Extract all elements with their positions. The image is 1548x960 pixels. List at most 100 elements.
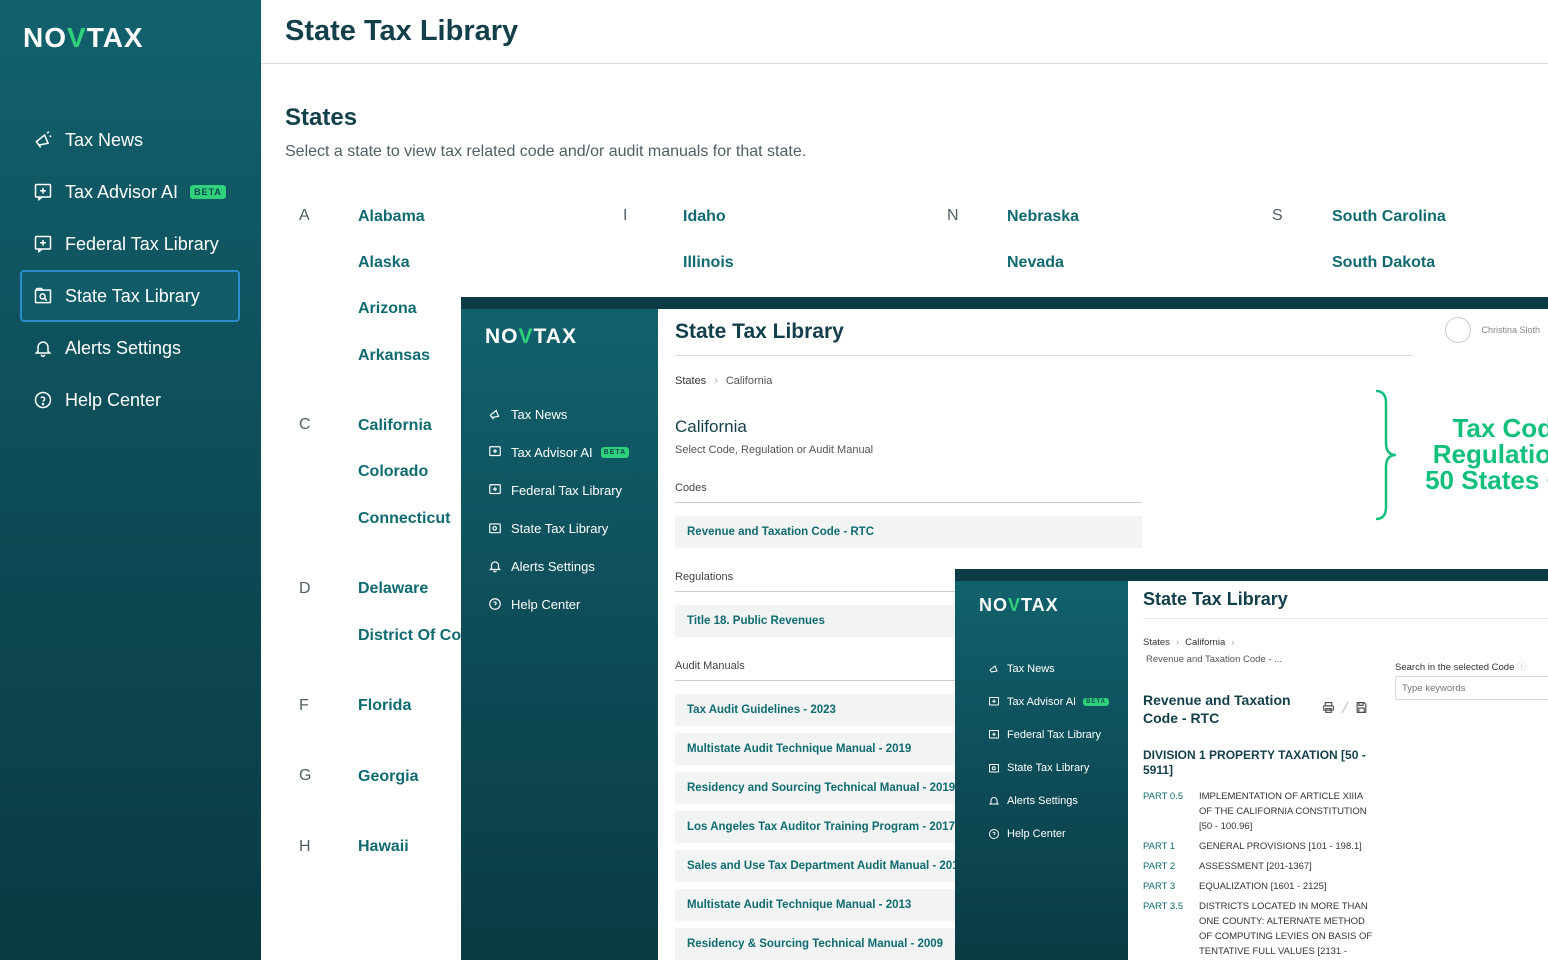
user-menu[interactable]: Christina Sloth (1445, 317, 1540, 343)
code-search-panel: Search in the selected Code ⓘ (1378, 637, 1548, 960)
breadcrumb-california: California (725, 375, 773, 387)
state-link-alabama[interactable]: Alabama (358, 208, 425, 226)
folder-search-icon (32, 285, 54, 307)
breadcrumb-current: Revenue and Taxation Code - ... (1146, 654, 1283, 665)
novatax-logo[interactable]: NO V TAX (485, 325, 577, 349)
letter-heading-c: C (299, 416, 311, 433)
bell-icon (32, 337, 54, 359)
chat-plus-icon (487, 444, 503, 460)
section-title: States (285, 104, 358, 131)
letter-heading-s: S (1272, 207, 1283, 224)
nav-item-alerts-settings[interactable]: Alerts Settings (20, 322, 240, 374)
help-circle-icon (32, 389, 54, 411)
code-toolbar (1322, 701, 1368, 719)
code-detail-screenshot-window: NO V TAX Tax News Tax Advisor AI BETA Fede… (955, 569, 1548, 960)
nav-item-tax-advisor-ai[interactable]: Tax Advisor AI BETA (20, 166, 240, 218)
bell-icon (987, 794, 1000, 807)
nav-item-tax-advisor-ai[interactable]: Tax Advisor AI BETA (485, 433, 631, 471)
state-title: California (675, 417, 747, 436)
nav-item-state-tax-library[interactable]: State Tax Library (485, 509, 631, 547)
letter-heading-n: N (947, 207, 959, 224)
nav-item-federal-tax-library[interactable]: Federal Tax Library (20, 218, 240, 270)
nav-item-state-tax-library[interactable]: State Tax Library (20, 270, 240, 322)
nav-item-state-tax-library[interactable]: State Tax Library (985, 751, 1111, 784)
chevron-right-icon: › (714, 375, 718, 387)
novatax-logo[interactable]: NO V TAX (979, 595, 1059, 616)
state-link-arkansas[interactable]: Arkansas (358, 347, 430, 365)
chat-plus-icon (987, 728, 1000, 741)
megaphone-icon (32, 129, 54, 151)
novatax-logo[interactable]: NO V TAX (23, 22, 144, 54)
main-nav: Tax News Tax Advisor AI BETA Federal Tax… (20, 114, 240, 426)
codes-divider (675, 502, 1142, 503)
nav-item-tax-news[interactable]: Tax News (985, 652, 1111, 685)
nav-item-federal-tax-library[interactable]: Federal Tax Library (985, 718, 1111, 751)
folder-search-icon (487, 520, 503, 536)
state-link-georgia[interactable]: Georgia (358, 768, 418, 786)
divider-slash-icon (1340, 701, 1350, 719)
nav-item-help-center[interactable]: Help Center (985, 817, 1111, 850)
nav-item-tax-advisor-ai[interactable]: Tax Advisor AI BETA (985, 685, 1111, 718)
regulations-label: Regulations (675, 571, 734, 583)
chat-plus-icon (487, 482, 503, 498)
nav-item-federal-tax-library[interactable]: Federal Tax Library (485, 471, 631, 509)
avatar (1445, 317, 1472, 343)
beta-badge: BETA (600, 446, 630, 458)
logo-accent-v: V (1008, 595, 1022, 615)
nav-item-alerts-settings[interactable]: Alerts Settings (985, 784, 1111, 817)
page-title: State Tax Library (675, 320, 844, 343)
division-heading[interactable]: DIVISION 1 PROPERTY TAXATION [50 - 5911] (1143, 748, 1373, 778)
megaphone-icon (987, 662, 1000, 675)
page-header: State Tax Library (261, 0, 1548, 64)
info-icon: ⓘ (1517, 662, 1527, 673)
code-window-sidebar: NO V TAX Tax News Tax Advisor AI BETA Fede… (955, 581, 1128, 960)
code-search-input[interactable] (1395, 676, 1548, 700)
beta-badge: BETA (190, 185, 226, 199)
nav-item-help-center[interactable]: Help Center (20, 374, 240, 426)
letter-heading-i: I (623, 207, 628, 224)
promo-callout: Tax Code & Regulations of 50 States + D.… (1425, 413, 1548, 495)
state-link-colorado[interactable]: Colorado (358, 463, 428, 481)
state-link-south-dakota[interactable]: South Dakota (1332, 254, 1435, 272)
state-link-california[interactable]: California (358, 417, 432, 435)
print-icon[interactable] (1322, 701, 1335, 719)
state-link-alaska[interactable]: Alaska (358, 254, 410, 272)
state-link-nevada[interactable]: Nevada (1007, 254, 1064, 272)
state-link-idaho[interactable]: Idaho (683, 208, 726, 226)
audit-manuals-label: Audit Manuals (675, 660, 745, 672)
california-window-sidebar: NO V TAX Tax News Tax Advisor AI BETA Fede… (461, 309, 658, 960)
breadcrumb-california[interactable]: California (1185, 637, 1225, 648)
state-link-south-carolina[interactable]: South Carolina (1332, 208, 1446, 226)
state-link-illinois[interactable]: Illinois (683, 254, 734, 272)
state-link-connecticut[interactable]: Connecticut (358, 510, 450, 528)
save-icon[interactable] (1355, 701, 1368, 719)
chevron-right-icon: › (1231, 637, 1235, 648)
section-subtitle: Select a state to view tax related code … (285, 143, 807, 160)
state-link-florida[interactable]: Florida (358, 697, 411, 715)
nav-item-tax-news[interactable]: Tax News (485, 395, 631, 433)
user-name: Christina Sloth (1481, 325, 1540, 335)
code-window-nav: Tax News Tax Advisor AI BETA Federal Tax… (985, 652, 1111, 850)
folder-search-icon (987, 761, 1000, 774)
logo-accent-v: V (67, 22, 87, 53)
chat-plus-icon (987, 695, 1000, 708)
breadcrumb-states[interactable]: States (1143, 637, 1170, 648)
state-link-hawaii[interactable]: Hawaii (358, 838, 409, 856)
breadcrumb: States › California (675, 375, 772, 387)
state-link-delaware[interactable]: Delaware (358, 580, 428, 598)
letter-heading-a: A (299, 207, 310, 224)
nav-item-tax-news[interactable]: Tax News (20, 114, 240, 166)
megaphone-icon (487, 406, 503, 422)
nav-item-help-center[interactable]: Help Center (485, 585, 631, 623)
search-label: Search in the selected Code ⓘ (1395, 662, 1527, 673)
code-window-body: NO V TAX Tax News Tax Advisor AI BETA Fede… (955, 581, 1548, 960)
state-link-nebraska[interactable]: Nebraska (1007, 208, 1079, 226)
nav-item-alerts-settings[interactable]: Alerts Settings (485, 547, 631, 585)
letter-heading-g: G (299, 767, 312, 784)
state-subtitle: Select Code, Regulation or Audit Manual (675, 444, 874, 456)
breadcrumb-states[interactable]: States (675, 375, 706, 387)
state-link-arizona[interactable]: Arizona (358, 300, 417, 318)
letter-heading-d: D (299, 580, 311, 597)
code-row-rtc[interactable]: Revenue and Taxation Code - RTC (675, 516, 1142, 548)
curly-brace-decoration (1375, 389, 1397, 521)
